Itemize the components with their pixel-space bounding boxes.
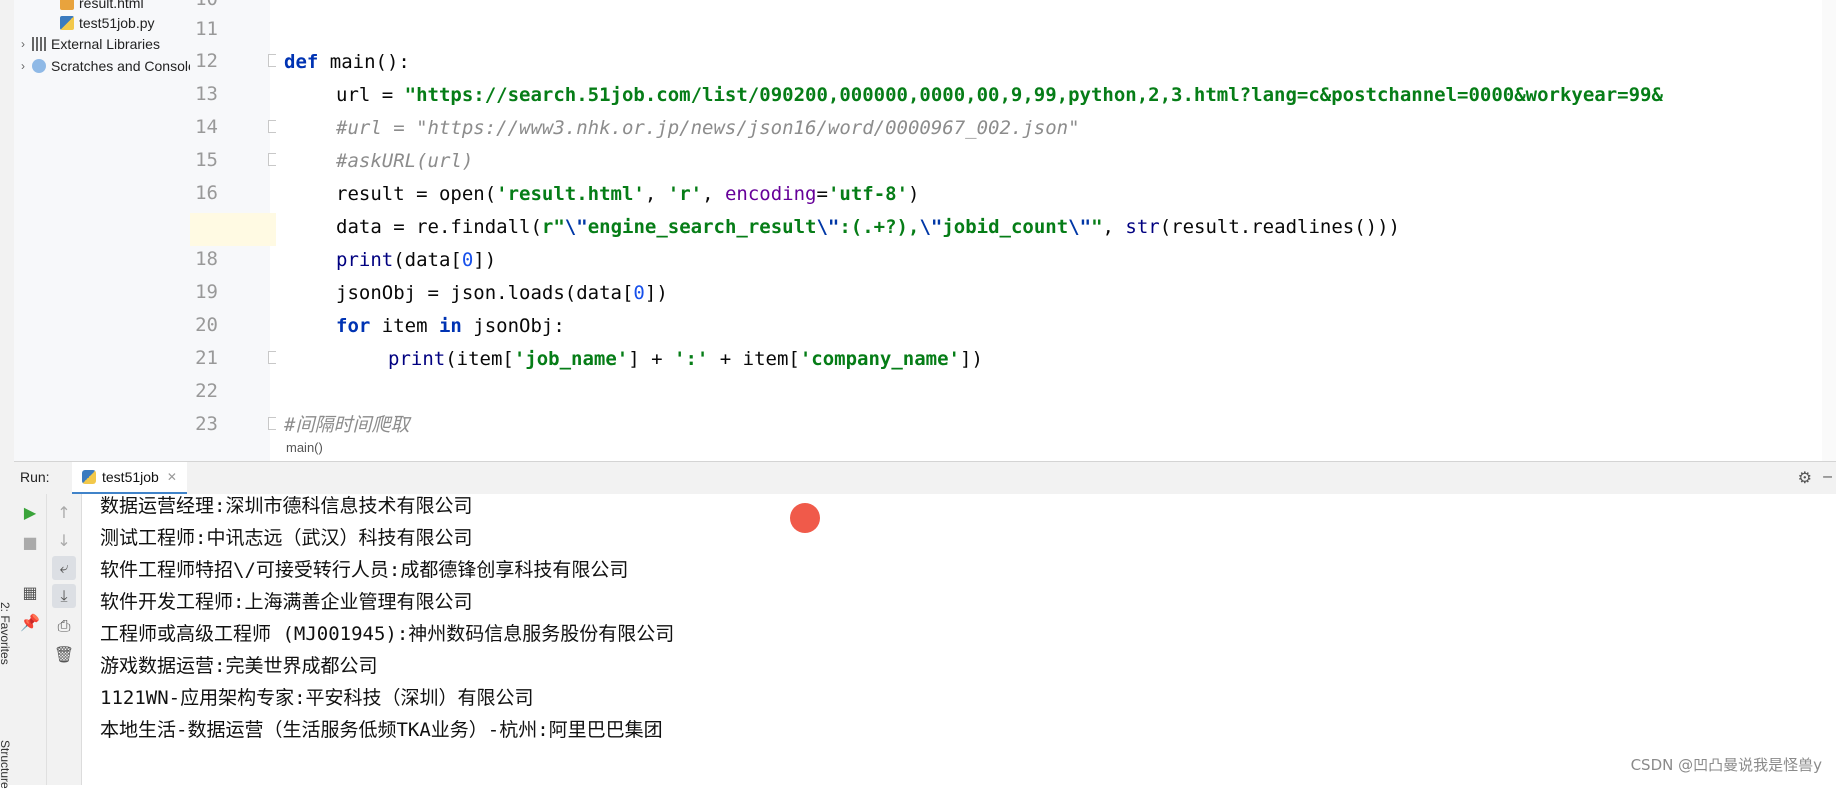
- close-icon[interactable]: ✕: [167, 470, 177, 484]
- tree-item-label: External Libraries: [51, 36, 160, 52]
- console-line: 游戏数据运营:完美世界成都公司: [100, 655, 378, 677]
- line-number: 22: [195, 380, 218, 402]
- arrow-up-icon[interactable]: ↑: [52, 500, 76, 524]
- console-line: 测试工程师:中讯志远（武汉）科技有限公司: [100, 527, 473, 549]
- layout-icon[interactable]: ▦: [18, 580, 42, 604]
- line-number: 14: [195, 116, 218, 138]
- line-number: 10: [178, 0, 218, 10]
- html-file-icon: [60, 0, 74, 10]
- code-line-13: url = "https://search.51job.com/list/090…: [336, 84, 1663, 106]
- rerun-icon[interactable]: ▶: [18, 500, 42, 524]
- code-editor[interactable]: def main(): url = "https://search.51job.…: [276, 0, 1836, 461]
- code-line-15: #askURL(url): [336, 150, 474, 172]
- console-line: 软件工程师特招\/可接受转行人员:成都德锋创享科技有限公司: [100, 559, 629, 581]
- arrow-down-icon[interactable]: ↓: [52, 528, 76, 552]
- structure-side-tab[interactable]: Structure: [0, 740, 12, 789]
- recording-indicator: [790, 503, 820, 533]
- console-line: 工程师或高级工程师 (MJ001945):神州数码信息服务股份有限公司: [100, 623, 675, 645]
- python-file-icon: [82, 470, 96, 484]
- code-line-16: result = open('result.html', 'r', encodi…: [336, 183, 920, 205]
- console-line: 本地生活-数据运营（生活服务低频TKA业务）-杭州:阿里巴巴集团: [100, 719, 663, 741]
- scroll-to-end-icon[interactable]: ⤓: [52, 584, 76, 608]
- library-icon: [32, 37, 46, 51]
- line-number: 15: [195, 149, 218, 171]
- favorites-side-tab[interactable]: 2: Favorites: [0, 602, 12, 665]
- line-number: 21: [195, 347, 218, 369]
- code-line-14: #url = "https://www3.nhk.or.jp/news/json…: [336, 117, 1080, 139]
- console-line: 1121WN-应用架构专家:平安科技（深圳）有限公司: [100, 687, 534, 709]
- tree-item-label: Scratches and Consoles: [51, 58, 191, 74]
- run-tab-label: test51job: [102, 469, 159, 485]
- soft-wrap-icon[interactable]: ⤶: [52, 556, 76, 580]
- chevron-right-icon[interactable]: ›: [14, 59, 32, 73]
- line-number: 20: [195, 314, 218, 336]
- tree-item-label: result.html: [79, 0, 144, 11]
- code-line-20: for item in jsonObj:: [336, 315, 565, 337]
- code-line-12: def main():: [284, 51, 410, 73]
- line-number: 18: [195, 248, 218, 270]
- editor-scrollbar[interactable]: [1822, 0, 1836, 461]
- code-line-23: #间隔时间爬取: [284, 414, 410, 436]
- tree-item-test51job[interactable]: test51job.py: [60, 12, 155, 34]
- code-line-19: jsonObj = json.loads(data[0]): [336, 282, 668, 304]
- gear-icon[interactable]: ⚙: [1798, 468, 1812, 488]
- print-icon[interactable]: ⎙: [52, 614, 76, 638]
- minimize-icon[interactable]: –: [1823, 468, 1832, 486]
- line-number: 23: [195, 413, 218, 435]
- project-tree: result.html test51job.py › External Libr…: [14, 0, 191, 461]
- code-line-21: print(item['job_name'] + ':' + item['com…: [388, 348, 983, 370]
- tree-item-label: test51job.py: [79, 15, 155, 31]
- code-line-17: data = re.findall(r"\"engine_search_resu…: [336, 216, 1400, 238]
- stop-icon[interactable]: ■: [18, 530, 42, 554]
- console-line: 数据运营经理:深圳市德科信息技术有限公司: [100, 495, 473, 517]
- scratches-icon: [32, 59, 46, 73]
- line-number: 12: [195, 50, 218, 72]
- run-toolbar-primary: ▶ ■ ▦ 📌: [14, 494, 47, 785]
- line-number: 19: [195, 281, 218, 303]
- tree-item-external-libraries[interactable]: › External Libraries: [14, 33, 160, 55]
- pin-icon[interactable]: 📌: [18, 610, 42, 634]
- tree-item-scratches[interactable]: › Scratches and Consoles: [14, 55, 191, 77]
- chevron-right-icon[interactable]: ›: [14, 37, 32, 51]
- line-number: 16: [195, 182, 218, 204]
- left-tool-strip: 2: Favorites Structure: [0, 0, 15, 789]
- watermark: CSDN @凹凸曼说我是怪兽y: [1630, 756, 1822, 774]
- code-line-18: print(data[0]): [336, 249, 497, 271]
- line-number: 13: [195, 83, 218, 105]
- breadcrumb[interactable]: main(): [286, 440, 323, 455]
- console-output[interactable]: 数据运营经理:深圳市德科信息技术有限公司 测试工程师:中讯志远（武汉）科技有限公…: [82, 494, 1836, 785]
- python-file-icon: [60, 16, 74, 30]
- run-label: Run:: [20, 469, 50, 485]
- trash-icon[interactable]: 🗑: [52, 642, 76, 666]
- run-toolbar-secondary: ↑ ↓ ⤶ ⤓ ⎙ 🗑: [47, 494, 82, 785]
- console-line: 软件开发工程师:上海满善企业管理有限公司: [100, 591, 473, 613]
- line-number: 11: [195, 18, 218, 40]
